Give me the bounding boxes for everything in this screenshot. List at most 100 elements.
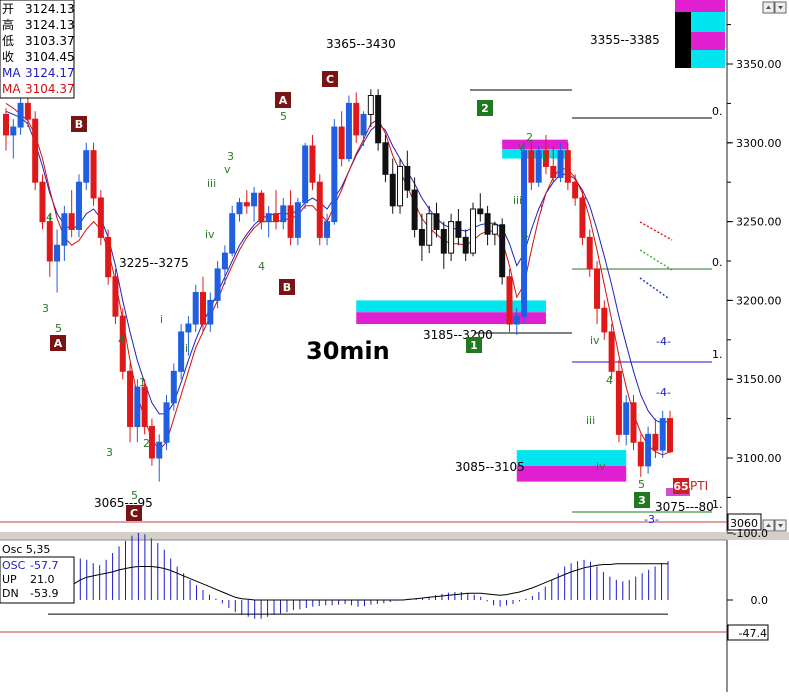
- candle: [39, 174, 46, 230]
- chart-svg: 3100.003150.003200.003250.003300.003350.…: [0, 0, 789, 692]
- wave-count-label: 4: [606, 374, 613, 387]
- fib-label: -4-: [656, 386, 671, 399]
- wave-count-label: 4: [258, 260, 265, 273]
- fib-label: 0.: [712, 256, 723, 269]
- osc-tick-label: 0.0: [751, 594, 769, 607]
- candle: [163, 394, 170, 451]
- info-label: 收: [2, 50, 14, 64]
- osc-legend-value: -53.9: [30, 587, 58, 600]
- range-text: 3365--3430: [326, 37, 396, 51]
- candle: [32, 111, 39, 191]
- wave-box: C: [126, 505, 142, 521]
- svg-text:65: 65: [673, 480, 688, 493]
- candle: [615, 360, 622, 443]
- price-tick-label: 3300.00: [736, 137, 782, 150]
- svg-text:1: 1: [470, 339, 478, 352]
- candle: [105, 229, 112, 285]
- fib-label: -3-: [644, 513, 659, 526]
- wave-box: 2: [477, 100, 493, 116]
- candle: [316, 174, 323, 246]
- wave-count-label: 5: [55, 322, 62, 335]
- candle: [375, 89, 382, 151]
- svg-text:A: A: [279, 94, 288, 107]
- wave-count-label: 2: [143, 437, 150, 450]
- info-value: 3124.13: [25, 18, 75, 32]
- svg-text:B: B: [75, 118, 83, 131]
- wave-count-label: 2: [526, 131, 533, 144]
- wave-box: 3: [634, 492, 650, 508]
- candle: [506, 268, 513, 332]
- wave-count-label: iv: [205, 228, 215, 241]
- svg-text:B: B: [283, 281, 291, 294]
- panel-splitter[interactable]: [0, 532, 789, 540]
- wave-count-label: iv: [590, 334, 600, 347]
- fib-label: -4-: [656, 335, 671, 348]
- info-value: 3103.37: [25, 34, 75, 48]
- wave-count-label: iv: [596, 460, 606, 473]
- wave-box: B: [71, 116, 87, 132]
- candle: [469, 202, 476, 257]
- wave-count-label: 1: [522, 227, 529, 240]
- info-value: 3124.13: [25, 2, 75, 16]
- info-value: 3104.45: [25, 50, 75, 64]
- candle: [75, 174, 82, 238]
- osc-legend-value: -57.7: [30, 559, 58, 572]
- wave-count-label: i: [540, 201, 543, 214]
- candle: [331, 119, 338, 225]
- wave-count-label: ii: [543, 152, 549, 165]
- wave-count-label: 4: [118, 334, 125, 347]
- svg-text:3: 3: [638, 494, 646, 507]
- candle: [630, 394, 637, 451]
- candle: [112, 268, 119, 325]
- wave-count-label: 1: [139, 376, 146, 389]
- wave-count-label: i: [160, 313, 163, 326]
- osc-legend-label: OSC: [2, 559, 26, 572]
- candle: [97, 190, 104, 246]
- info-value: 3104.37: [25, 82, 75, 96]
- candle: [608, 324, 615, 380]
- candle: [345, 95, 352, 162]
- price-tick-label: 3100.00: [736, 452, 782, 465]
- info-label: 开: [2, 2, 14, 16]
- wave-count-label: iii: [586, 414, 595, 427]
- candle: [499, 218, 506, 285]
- fib-label: 0.: [712, 105, 723, 118]
- wave-count-label: 3: [106, 446, 113, 459]
- candle: [90, 142, 97, 206]
- wave-count-label: 5: [131, 489, 138, 502]
- wave-count-label: 3: [227, 150, 234, 163]
- range-text: 3065---95: [94, 496, 153, 510]
- candle: [302, 142, 309, 209]
- osc-legend-label: DN: [2, 587, 19, 600]
- osc-last-value: -47.4: [739, 627, 767, 640]
- info-label: 高: [2, 17, 14, 32]
- price-tick-label: 3350.00: [736, 58, 782, 71]
- wave-count-label: v: [518, 140, 525, 153]
- wave-box: A: [50, 335, 66, 351]
- svg-text:C: C: [326, 73, 334, 86]
- svg-text:A: A: [54, 337, 63, 350]
- wave-count-label: 5: [280, 110, 287, 123]
- wave-box: C: [322, 71, 338, 87]
- legend-blocks: [675, 0, 725, 68]
- info-label: MA: [2, 66, 21, 80]
- info-label: 低: [2, 34, 14, 48]
- range-text: 3355--3385: [590, 33, 660, 47]
- osc-title: Osc 5,35: [2, 543, 50, 556]
- svg-text:C: C: [130, 507, 138, 520]
- wave-box: 1: [466, 337, 482, 353]
- wave-count-label: 4: [46, 211, 53, 224]
- wave-count-label: iii: [513, 194, 522, 207]
- range-text: 3225--3275: [119, 256, 189, 270]
- wave-count-label: ii: [182, 342, 188, 355]
- wave-count-label: 5: [638, 478, 645, 491]
- candle: [579, 190, 586, 246]
- info-value: 3124.17: [25, 66, 75, 80]
- candle: [229, 205, 236, 257]
- osc-legend-value: 21.0: [30, 573, 55, 586]
- zone-band-upper: [502, 139, 568, 150]
- svg-text:PTI: PTI: [690, 479, 708, 493]
- zone-band-upper: [356, 300, 546, 313]
- zone-label: 3085--3105: [455, 460, 525, 474]
- zone-label: 3185--3200: [423, 328, 493, 342]
